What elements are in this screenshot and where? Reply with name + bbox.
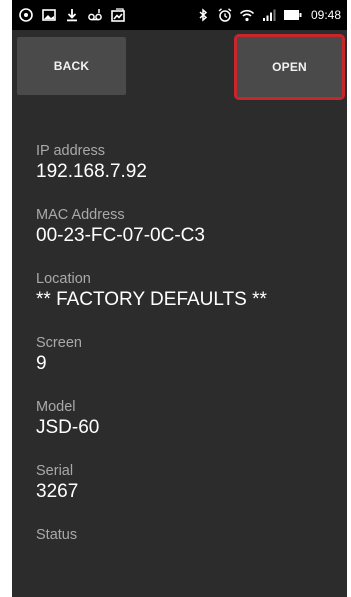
- location-label: Location: [36, 271, 91, 287]
- mac-address-field: MAC Address 00-23-FC-07-0C-C3: [36, 206, 205, 247]
- status-label: Status: [36, 527, 78, 543]
- status-field: Status: [36, 526, 77, 567]
- mac-address-value: 00-23-FC-07-0C-C3: [36, 225, 205, 246]
- gallery-icon: [110, 7, 126, 23]
- open-button-label: OPEN: [272, 60, 307, 74]
- battery-icon: [283, 7, 303, 23]
- mac-address-label: MAC Address: [36, 207, 125, 223]
- settings-icon: [18, 7, 34, 23]
- ip-address-label: IP address: [36, 143, 106, 159]
- back-button-label: BACK: [53, 59, 90, 73]
- clock-time: 09:48: [310, 8, 341, 22]
- back-button[interactable]: BACK: [17, 37, 126, 95]
- screen-field: Screen 9: [36, 334, 82, 375]
- location-value: ** FACTORY DEFAULTS **: [36, 289, 267, 310]
- status-bar-right: 09:48: [195, 7, 341, 23]
- model-label: Model: [36, 399, 76, 415]
- voicemail-icon: [87, 7, 103, 23]
- model-value: JSD-60: [36, 417, 100, 438]
- serial-value: 3267: [36, 481, 79, 502]
- status-bar: 09:48: [12, 0, 347, 30]
- serial-field: Serial 3267: [36, 462, 78, 503]
- alarm-icon: [217, 7, 233, 23]
- status-value: [36, 544, 77, 567]
- location-field: Location ** FACTORY DEFAULTS **: [36, 270, 267, 311]
- status-bar-left: [18, 7, 126, 23]
- model-field: Model JSD-60: [36, 398, 99, 439]
- serial-label: Serial: [36, 463, 74, 479]
- bluetooth-icon: [195, 7, 211, 23]
- signal-icon: [261, 7, 277, 23]
- screen-value: 9: [36, 353, 47, 374]
- wifi-icon: [239, 7, 255, 23]
- image-icon: [41, 7, 57, 23]
- ip-address-field: IP address 192.168.7.92: [36, 142, 147, 183]
- open-button-face: OPEN: [237, 37, 342, 97]
- open-button[interactable]: OPEN: [234, 34, 345, 100]
- download-icon: [64, 7, 80, 23]
- app-screen: 09:48 BACK OPEN IP address 192.168.7.92 …: [12, 0, 347, 597]
- screen-label: Screen: [36, 335, 82, 351]
- ip-address-value: 192.168.7.92: [36, 161, 147, 182]
